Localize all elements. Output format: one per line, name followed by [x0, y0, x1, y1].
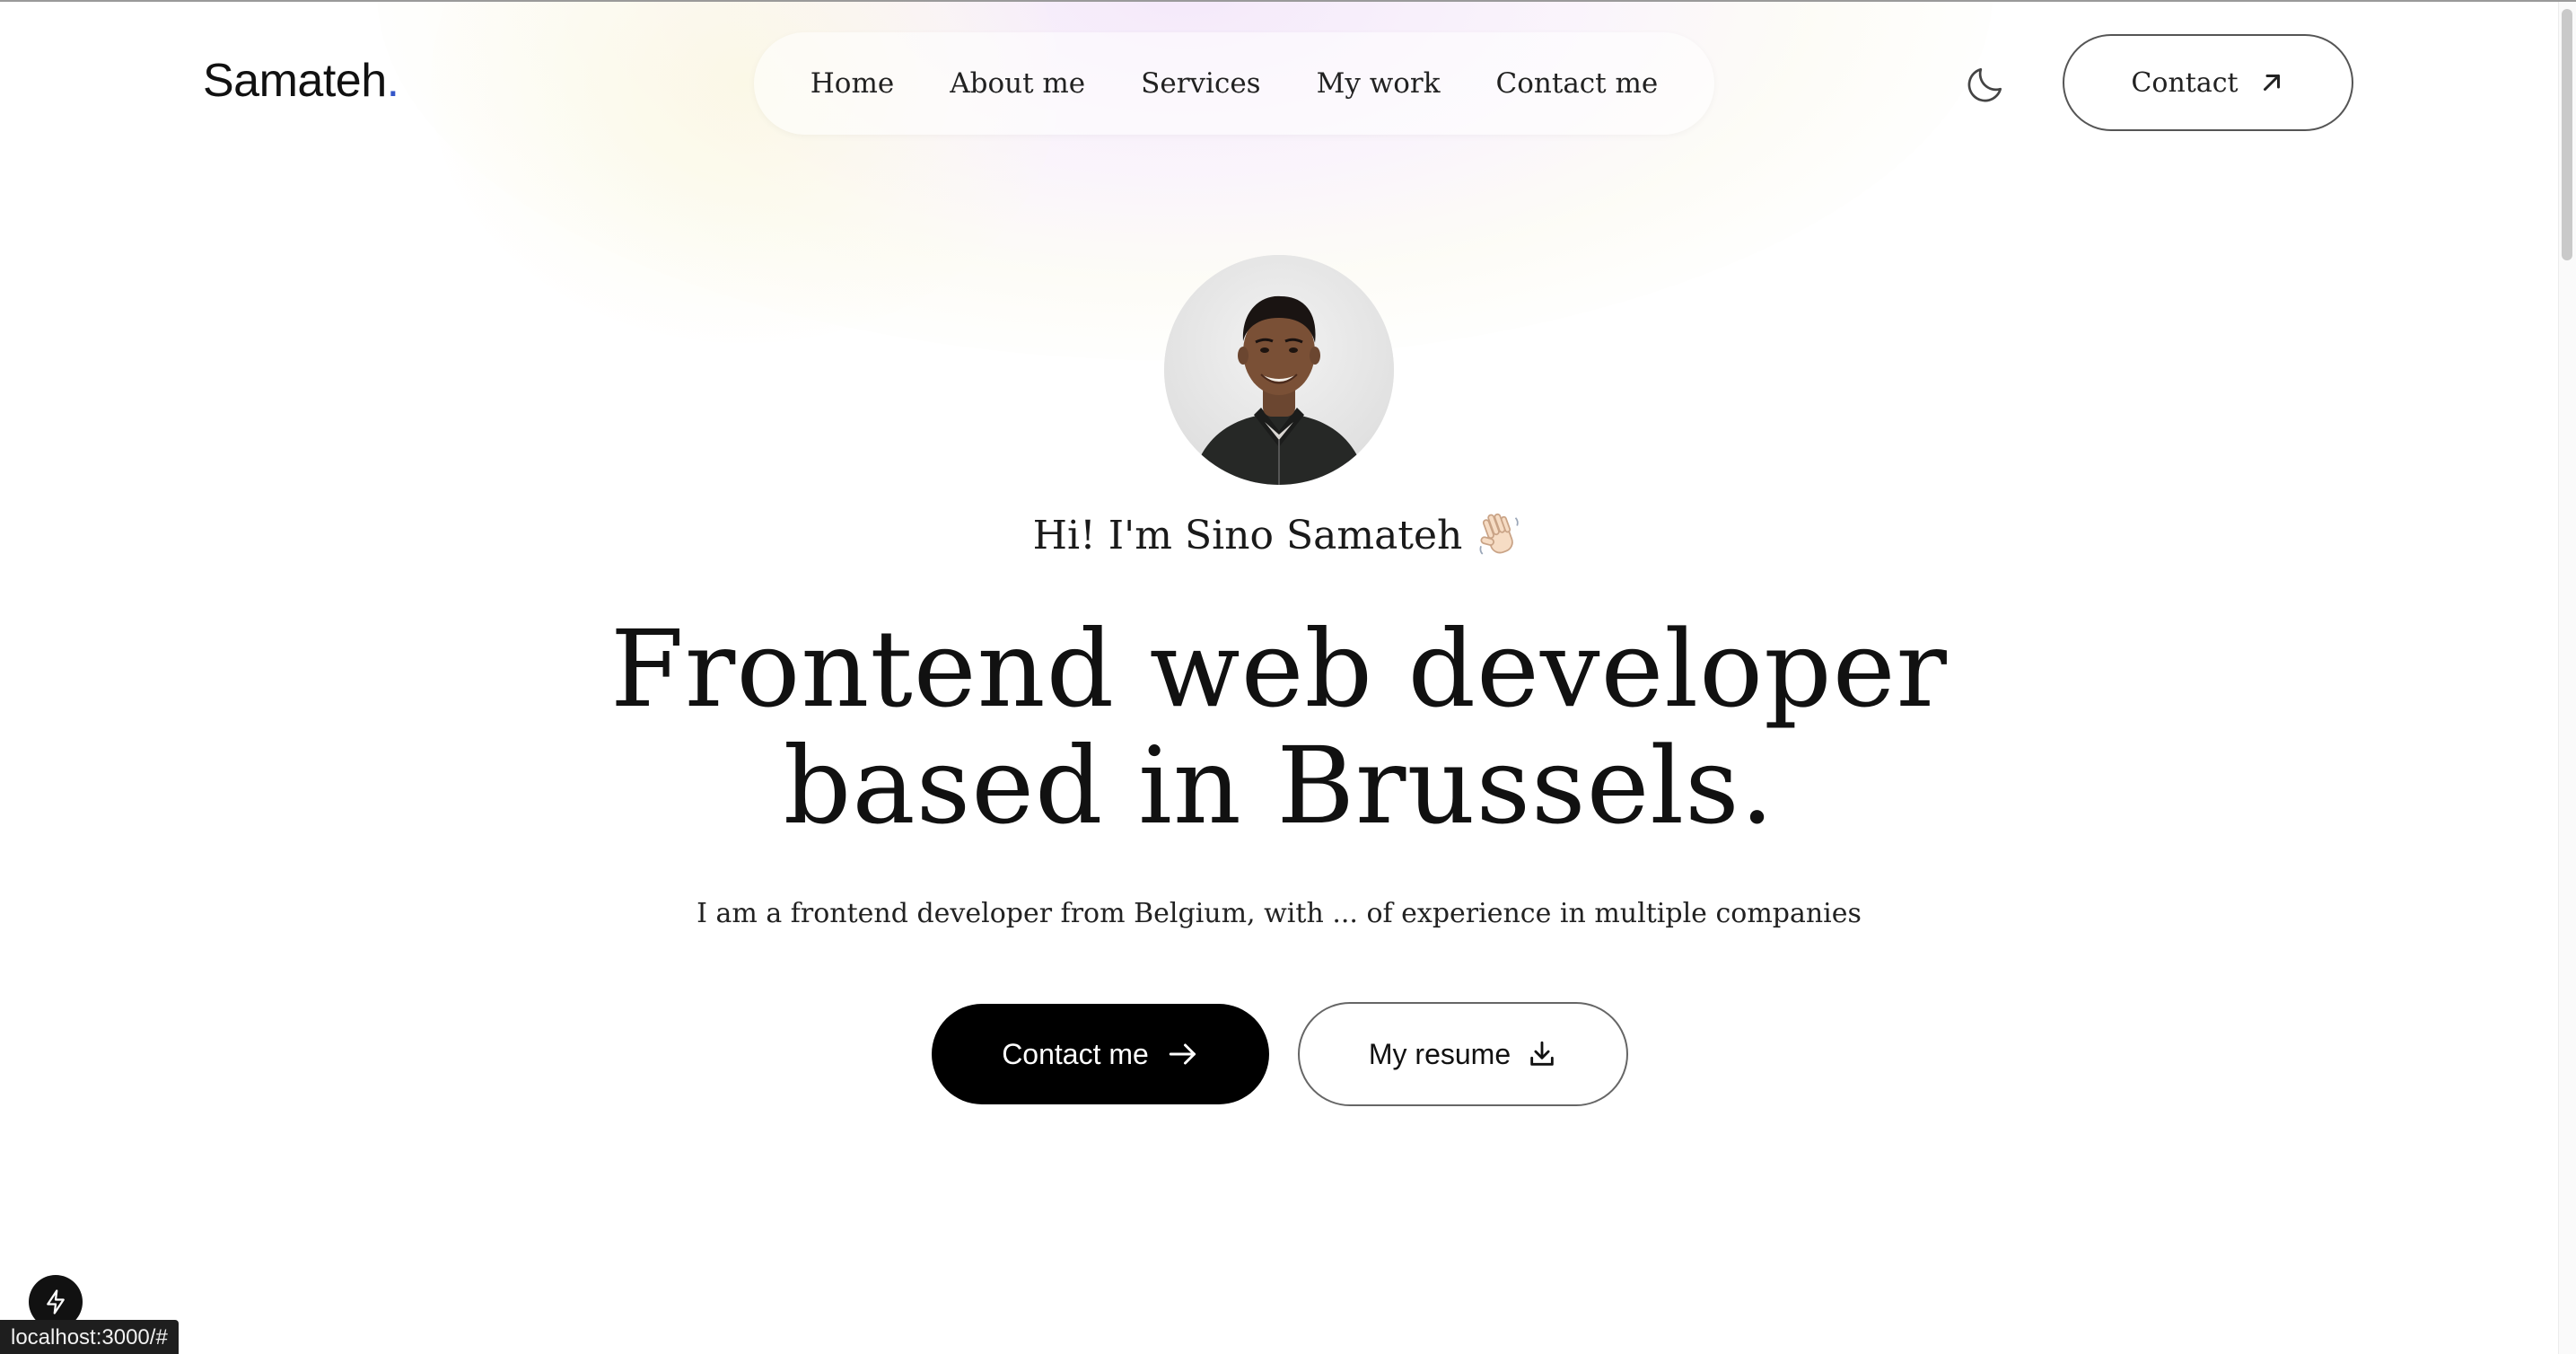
my-resume-label: My resume: [1368, 1037, 1511, 1070]
nav-item-my-work[interactable]: My work: [1317, 67, 1441, 100]
site-logo[interactable]: Samateh.: [203, 54, 399, 108]
nav-item-services[interactable]: Services: [1141, 67, 1260, 100]
contact-me-label: Contact me: [1002, 1037, 1149, 1070]
download-icon: [1530, 1041, 1554, 1066]
hero-headline: Frontend web developer based in Brussels…: [0, 611, 2558, 844]
arrow-up-right-icon: [2263, 75, 2280, 91]
avatar: [1164, 255, 1394, 485]
headline-line-1: Frontend web developer: [610, 607, 1948, 731]
greeting-text: Hi! I'm Sino Samateh: [1032, 512, 1463, 558]
header-contact-label: Contact: [2131, 66, 2239, 99]
greeting: Hi! I'm Sino Samateh: [0, 510, 2558, 560]
scrollbar[interactable]: [2558, 2, 2576, 1354]
theme-toggle-button[interactable]: [1960, 59, 2011, 110]
header-contact-button[interactable]: Contact: [2063, 34, 2353, 131]
my-resume-button[interactable]: My resume: [1298, 1002, 1628, 1106]
logo-dot: .: [386, 55, 399, 107]
moon-icon: [1967, 67, 2002, 102]
page: Samateh. Home About me Services My work …: [0, 0, 2576, 1354]
scrollbar-thumb[interactable]: [2562, 9, 2572, 260]
nav-item-home[interactable]: Home: [810, 67, 894, 100]
lightning-icon: [47, 1289, 65, 1314]
nav-item-about-me[interactable]: About me: [950, 67, 1085, 100]
nav-item-contact-me[interactable]: Contact me: [1496, 67, 1659, 100]
arrow-right-icon: [1169, 1043, 1196, 1065]
logo-text: Samateh: [203, 55, 387, 107]
profile-photo: [1164, 255, 1394, 485]
main-nav: Home About me Services My work Contact m…: [754, 32, 1714, 135]
waving-hand-icon: [1479, 513, 1520, 555]
hero-subtext: I am a frontend developer from Belgium, …: [697, 898, 1862, 929]
status-bar-url: localhost:3000/#: [0, 1320, 179, 1354]
headline-line-2: based in Brussels.: [783, 724, 1775, 848]
contact-me-button[interactable]: Contact me: [932, 1004, 1269, 1104]
